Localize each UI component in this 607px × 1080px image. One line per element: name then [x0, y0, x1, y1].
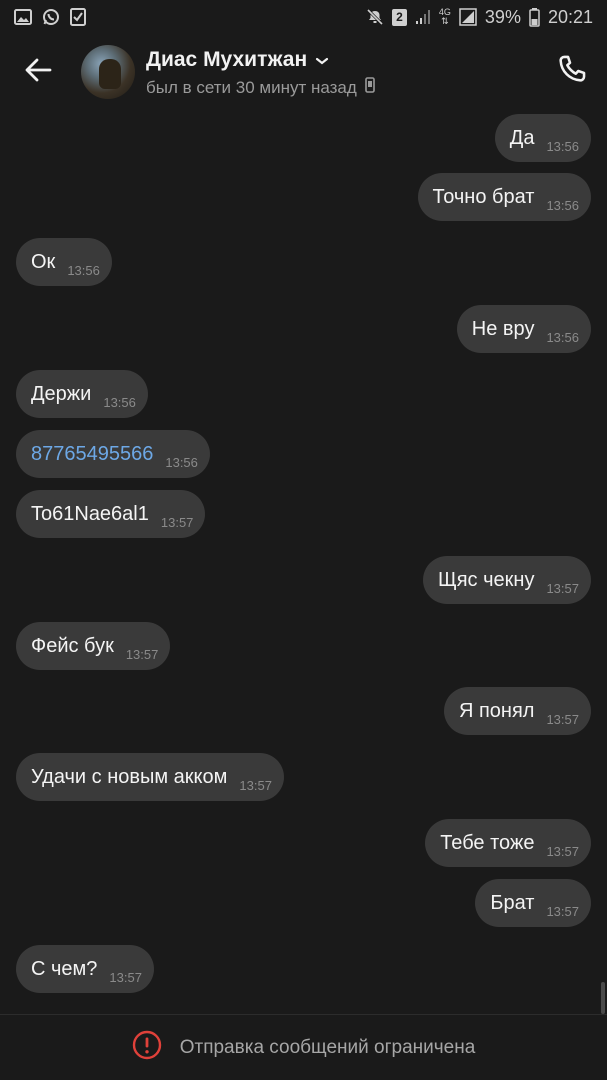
mute-icon — [366, 8, 384, 26]
message-time: 13:57 — [546, 843, 579, 859]
contact-name-text: Диас Мухитжан — [146, 48, 308, 71]
message-text: Держи — [31, 382, 92, 405]
whatsapp-icon — [42, 8, 60, 26]
status-right: 2 4G ⇅ 39% 20:21 — [366, 7, 593, 28]
signal-icon — [459, 8, 477, 26]
warning-icon — [132, 1030, 162, 1065]
chat-screen: 2 4G ⇅ 39% 20:21 Диас Мухитжан был в сет… — [0, 0, 607, 1080]
message-text: Удачи с новым акком — [31, 765, 228, 788]
phone-number-link[interactable]: 87765495566 — [31, 443, 153, 466]
checkbox-icon — [70, 8, 86, 26]
message-text: Щяс чекну — [437, 568, 535, 591]
mobile-device-icon — [364, 77, 375, 98]
message-time: 13:56 — [103, 394, 136, 410]
message-bubble[interactable]: Не вру 13:56 — [456, 305, 591, 353]
message-text: Фейс бук — [31, 634, 114, 657]
message-bubble[interactable]: Щяс чекну 13:57 — [422, 556, 591, 604]
message-time: 13:56 — [546, 329, 579, 345]
restriction-message: Отправка сообщений ограничена — [179, 1036, 476, 1058]
battery-icon — [529, 7, 540, 27]
contact-status: был в сети 30 минут назад — [146, 77, 375, 98]
message-text: Ок — [31, 250, 56, 273]
last-seen-text: был в сети 30 минут назад — [146, 77, 357, 97]
message-bubble[interactable]: Точно брат 13:56 — [417, 173, 591, 221]
chat-header: Диас Мухитжан был в сети 30 минут назад — [0, 34, 607, 110]
message-text: Тебе тоже — [440, 831, 535, 854]
message-bubble[interactable]: To61Nae6al1 13:57 — [16, 490, 206, 538]
scrollbar[interactable] — [601, 982, 605, 1014]
message-bubble[interactable]: Тебе тоже 13:57 — [425, 819, 591, 867]
message-time: 13:57 — [160, 514, 194, 530]
back-arrow-icon[interactable] — [22, 54, 54, 86]
message-bubble[interactable]: Фейс бук 13:57 — [16, 622, 171, 670]
status-bar: 2 4G ⇅ 39% 20:21 — [0, 0, 607, 34]
message-bubble[interactable]: Ок 13:56 — [16, 238, 112, 286]
sim-badge: 2 — [391, 8, 407, 26]
restricted-footer: Отправка сообщений ограничена — [0, 1014, 607, 1080]
gallery-icon — [14, 9, 32, 25]
message-text: To61Nae6al1 — [31, 502, 149, 525]
message-time: 13:57 — [546, 903, 579, 919]
message-bubble[interactable]: Я понял 13:57 — [443, 687, 591, 735]
message-bubble[interactable]: Брат 13:57 — [475, 879, 591, 927]
message-time: 13:56 — [546, 138, 579, 154]
message-time: 13:56 — [67, 262, 100, 278]
network-badge: 4G ⇅ — [439, 8, 451, 26]
battery-percent: 39% — [484, 6, 521, 27]
message-time: 13:57 — [546, 580, 579, 596]
status-time: 20:21 — [547, 6, 593, 27]
message-text: С чем? — [31, 957, 98, 980]
contact-name[interactable]: Диас Мухитжан — [146, 48, 329, 72]
message-time: 13:57 — [109, 969, 142, 985]
message-time: 13:56 — [546, 197, 579, 213]
message-text: Брат — [490, 891, 535, 914]
wifi-signal-icon — [415, 9, 431, 25]
message-bubble[interactable]: Да 13:56 — [494, 114, 591, 162]
phone-call-icon[interactable] — [555, 52, 589, 86]
message-bubble[interactable]: Удачи с новым акком 13:57 — [16, 753, 284, 801]
message-list[interactable]: Да 13:56 Точно брат 13:56 Ок 13:56 Не вр… — [0, 110, 607, 1014]
message-bubble[interactable]: 87765495566 13:56 — [16, 430, 210, 478]
message-text: Да — [509, 126, 535, 149]
message-time: 13:57 — [239, 777, 272, 793]
message-time: 13:56 — [165, 454, 198, 470]
message-time: 13:57 — [125, 646, 159, 662]
network-arrows-icon: ⇅ — [441, 16, 449, 26]
message-text: Не вру — [471, 317, 535, 340]
message-text: Я понял — [458, 699, 535, 722]
message-bubble[interactable]: Держи 13:56 — [16, 370, 148, 418]
avatar[interactable] — [81, 45, 135, 99]
message-bubble[interactable]: С чем? 13:57 — [16, 945, 154, 993]
status-left — [14, 8, 86, 26]
message-time: 13:57 — [546, 711, 579, 727]
chevron-down-icon — [315, 48, 329, 72]
message-text: Точно брат — [432, 185, 535, 208]
